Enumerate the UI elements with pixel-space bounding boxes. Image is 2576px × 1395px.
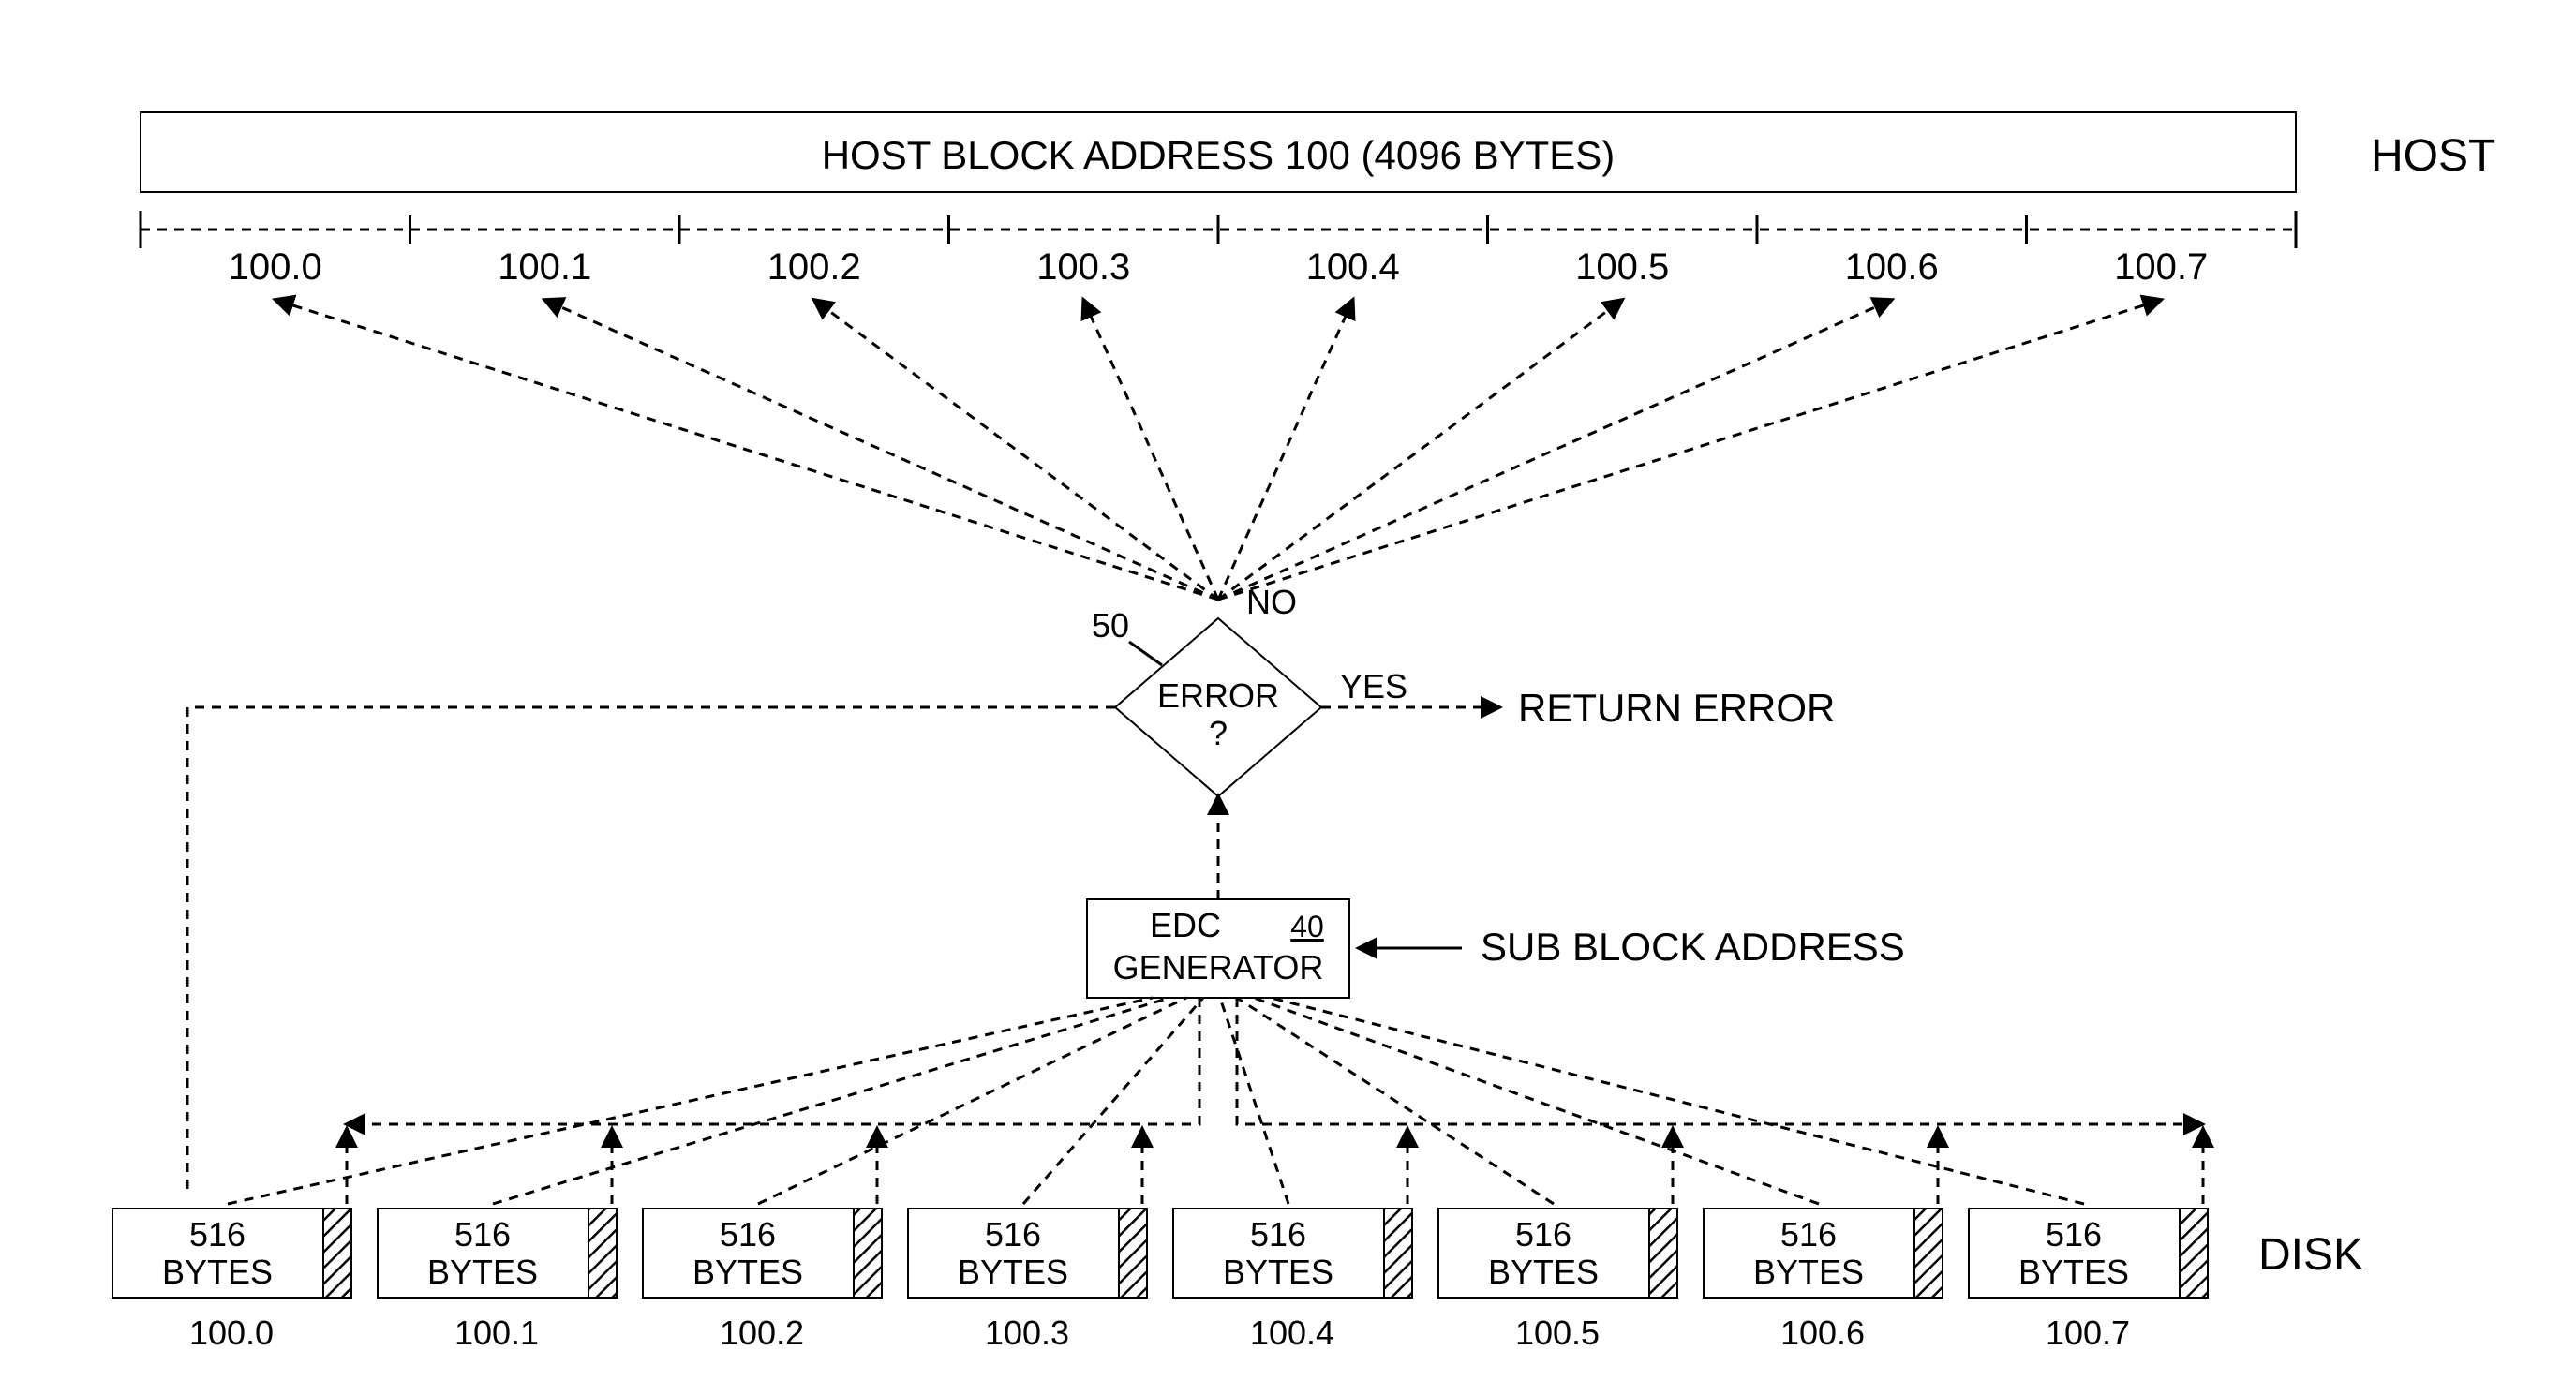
edc-ref: 40 [1290, 910, 1324, 943]
sub-block-address: SUB BLOCK ADDRESS [1481, 925, 1905, 969]
disk-block-7: 516 BYTES 100.7 [1969, 1209, 2208, 1352]
decision-diamond: ERROR ? NO YES 50 [1092, 583, 1407, 796]
tick-4: 100.4 [1306, 246, 1400, 288]
svg-text:100.7: 100.7 [2046, 1313, 2130, 1352]
tick-5: 100.5 [1575, 246, 1669, 288]
disk-blocks: 516 BYTES 100.0 516 BYTES 100.1 516 BYTE… [112, 1209, 2208, 1352]
decision-text-top: ERROR [1157, 676, 1279, 715]
disk-block-2: 516 BYTES 100.2 [643, 1209, 882, 1352]
svg-text:BYTES: BYTES [958, 1253, 1068, 1291]
svg-text:516: 516 [720, 1215, 776, 1254]
svg-text:100.5: 100.5 [1515, 1313, 1600, 1352]
svg-text:BYTES: BYTES [1223, 1253, 1333, 1291]
fanout-up [275, 300, 2162, 600]
disk-side-label: DISK [2258, 1230, 2363, 1280]
decision-ref: 50 [1092, 606, 1129, 645]
svg-text:100.4: 100.4 [1250, 1313, 1334, 1352]
tick-6: 100.6 [1845, 246, 1939, 288]
decision-no: NO [1246, 583, 1297, 621]
svg-text:BYTES: BYTES [1488, 1253, 1599, 1291]
svg-text:516: 516 [189, 1215, 246, 1254]
tick-1: 100.1 [498, 246, 591, 288]
host-side-label: HOST [2371, 131, 2495, 181]
host-ticks: 100.0 100.1 100.2 100.3 100.4 100.5 100.… [229, 215, 2209, 288]
edc-line1: EDC [1150, 906, 1221, 944]
svg-text:BYTES: BYTES [162, 1253, 273, 1291]
svg-text:BYTES: BYTES [1753, 1253, 1864, 1291]
svg-text:100.1: 100.1 [454, 1313, 539, 1352]
left-wrap [187, 707, 1115, 1190]
disk-block-1: 516 BYTES 100.1 [378, 1209, 617, 1352]
decision-text-bot: ? [1209, 714, 1228, 752]
svg-text:516: 516 [1250, 1215, 1306, 1254]
tick-7: 100.7 [2114, 246, 2208, 288]
svg-text:BYTES: BYTES [2018, 1253, 2129, 1291]
svg-text:100.0: 100.0 [189, 1313, 274, 1352]
svg-text:516: 516 [985, 1215, 1041, 1254]
decision-yes: YES [1340, 667, 1407, 705]
tick-2: 100.2 [767, 246, 861, 288]
svg-text:516: 516 [2046, 1215, 2102, 1254]
disk-block-6: 516 BYTES 100.6 [1704, 1209, 1943, 1352]
edc-line2: GENERATOR [1113, 948, 1324, 987]
disk-block-0: 516 BYTES 100.0 [112, 1209, 351, 1352]
host-block-label: HOST BLOCK ADDRESS 100 (4096 BYTES) [822, 133, 1616, 177]
diagram: HOST BLOCK ADDRESS 100 (4096 BYTES) HOST… [0, 0, 2576, 1395]
tick-0: 100.0 [229, 246, 322, 288]
svg-text:100.2: 100.2 [720, 1313, 804, 1352]
tick-3: 100.3 [1036, 246, 1130, 288]
fanin-from-disk [228, 998, 2084, 1204]
svg-text:516: 516 [454, 1215, 511, 1254]
svg-text:BYTES: BYTES [692, 1253, 803, 1291]
svg-text:516: 516 [1515, 1215, 1571, 1254]
svg-text:100.6: 100.6 [1780, 1313, 1865, 1352]
disk-block-3: 516 BYTES 100.3 [908, 1209, 1147, 1352]
svg-text:BYTES: BYTES [427, 1253, 538, 1291]
return-error: RETURN ERROR [1518, 686, 1835, 730]
disk-block-5: 516 BYTES 100.5 [1438, 1209, 1677, 1352]
svg-text:100.3: 100.3 [985, 1313, 1069, 1352]
disk-bus-right [1237, 998, 2202, 1124]
svg-text:516: 516 [1780, 1215, 1837, 1254]
disk-block-4: 516 BYTES 100.4 [1173, 1209, 1412, 1352]
